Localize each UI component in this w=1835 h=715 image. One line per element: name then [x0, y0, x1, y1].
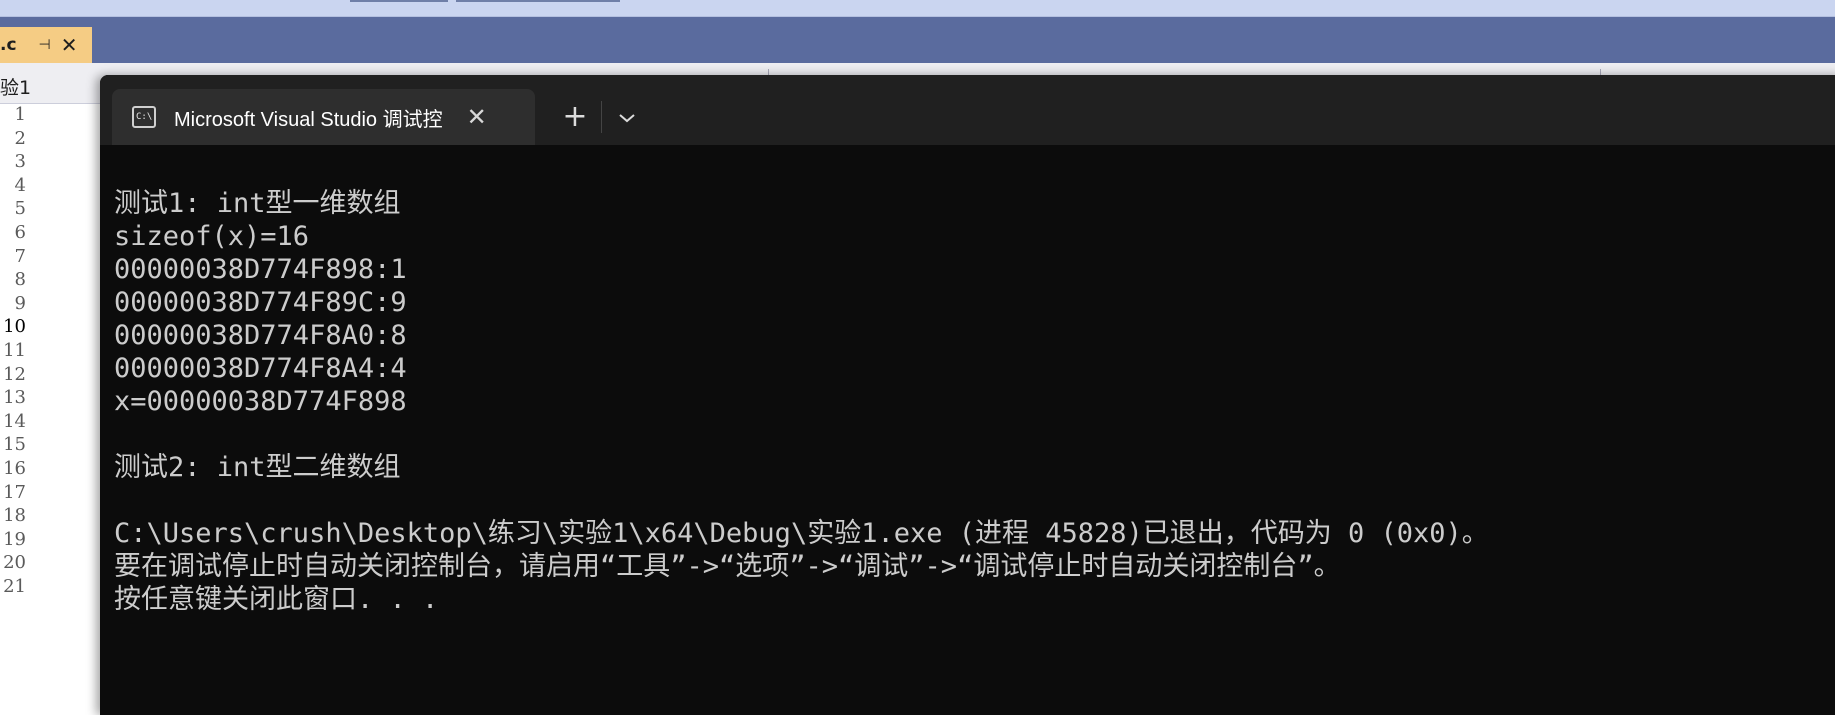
output-line: 00000038D774F8A4:4 — [114, 353, 407, 384]
output-line: 要在调试停止时自动关闭控制台，请启用“工具”->“选项”->“调试”->“调试停… — [114, 551, 1341, 582]
line-number: 1 — [14, 104, 26, 125]
console-icon-glyph: C:\ — [136, 112, 153, 122]
new-tab-button[interactable]: + — [558, 100, 592, 134]
line-number: 13 — [3, 387, 26, 409]
line-number: 3 — [14, 151, 26, 173]
line-number: 10 — [3, 316, 26, 338]
terminal-tab[interactable]: C:\ Microsoft Visual Studio 调试控 ✕ — [112, 89, 535, 145]
output-line: 00000038D774F8A0:8 — [114, 320, 407, 351]
line-number: 18 — [3, 505, 26, 527]
terminal-titlebar: C:\ Microsoft Visual Studio 调试控 ✕ + — [100, 75, 1835, 145]
output-line: 测试2: int型二维数组 — [114, 452, 401, 483]
vs-document-tabstrip: .c ⊣ ✕ — [0, 17, 1835, 63]
project-dropdown[interactable]: 验1 — [0, 73, 31, 100]
toolbar-field[interactable] — [350, 0, 448, 2]
line-number: 8 — [14, 269, 26, 291]
line-number: 16 — [3, 458, 26, 479]
output-line: C:\Users\crush\Desktop\练习\实验1\x64\Debug\… — [114, 518, 1489, 549]
output-line: 00000038D774F89C:9 — [114, 287, 407, 318]
line-number: 21 — [3, 576, 26, 597]
titlebar-divider — [601, 101, 602, 133]
line-number: 9 — [14, 292, 26, 314]
output-line: 按任意键关闭此窗口. . . — [114, 584, 439, 615]
toolbar-field[interactable] — [456, 0, 620, 2]
console-icon: C:\ — [132, 106, 156, 128]
vs-toolbar — [0, 0, 1835, 17]
output-line: 00000038D774F898:1 — [114, 254, 407, 285]
chevron-down-icon[interactable] — [610, 100, 644, 134]
debug-console-window: C:\ Microsoft Visual Studio 调试控 ✕ + 测试1:… — [100, 75, 1835, 715]
close-tab-icon[interactable]: ✕ — [467, 105, 487, 129]
line-number: 6 — [14, 222, 26, 243]
line-number: 17 — [3, 481, 26, 503]
line-number-gutter: 1 2 3 4 5 6 7 8 9 10 11 12 13 14 15 16 17 18 19 20 21 — [0, 104, 100, 700]
output-line: x=00000038D774F898 — [114, 386, 407, 417]
pin-icon[interactable]: ⊣ — [39, 37, 51, 53]
line-number: 4 — [14, 174, 26, 196]
file-tab[interactable]: .c ⊣ ✕ — [0, 27, 92, 63]
line-number: 20 — [3, 552, 26, 574]
line-number: 11 — [3, 340, 26, 361]
line-number: 14 — [3, 410, 26, 432]
close-icon[interactable]: ✕ — [61, 33, 78, 57]
output-line: sizeof(x)=16 — [114, 221, 310, 252]
file-tab-label: .c — [0, 35, 17, 55]
line-number: 7 — [14, 245, 26, 267]
line-number: 2 — [14, 127, 26, 149]
line-number: 19 — [3, 528, 26, 550]
output-line: 测试1: int型一维数组 — [114, 188, 401, 219]
line-number: 12 — [3, 363, 26, 385]
line-number: 5 — [14, 198, 26, 220]
terminal-output[interactable]: 测试1: int型一维数组 sizeof(x)=16 00000038D774F89… — [114, 187, 1835, 715]
terminal-tab-title: Microsoft Visual Studio 调试控 — [174, 108, 443, 131]
line-number: 15 — [3, 434, 26, 456]
